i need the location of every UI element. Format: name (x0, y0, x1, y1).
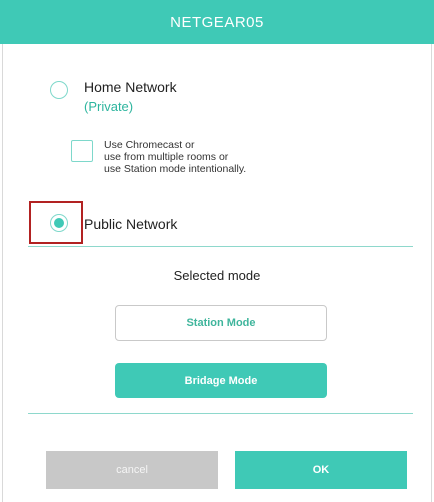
dialog-title: NETGEAR05 (0, 0, 434, 44)
chromecast-checkbox[interactable] (71, 140, 93, 162)
chromecast-note-line-1: Use Chromecast or (104, 139, 195, 151)
home-network-label[interactable]: Home Network (84, 79, 177, 95)
chromecast-note-line-3: use Station mode intentionally. (104, 163, 247, 175)
public-network-radio[interactable] (50, 214, 68, 232)
station-mode-button[interactable]: Station Mode (115, 305, 327, 341)
home-network-private-label: (Private) (84, 99, 134, 114)
divider-top (28, 246, 413, 247)
network-dialog: NETGEAR05 Home Network (Private) Use Chr… (0, 0, 434, 502)
public-network-label[interactable]: Public Network (84, 216, 177, 232)
selected-mode-heading: Selected mode (173, 268, 261, 283)
ok-button[interactable]: OK (235, 451, 407, 489)
cancel-button[interactable]: cancel (46, 451, 218, 489)
chromecast-note: Use Chromecast or use from multiple room… (104, 139, 246, 175)
divider-bottom (28, 413, 413, 414)
chromecast-note-line-2: use from multiple rooms or (104, 151, 229, 163)
home-network-radio[interactable] (50, 81, 68, 99)
bridge-mode-button[interactable]: Bridage Mode (115, 363, 327, 398)
